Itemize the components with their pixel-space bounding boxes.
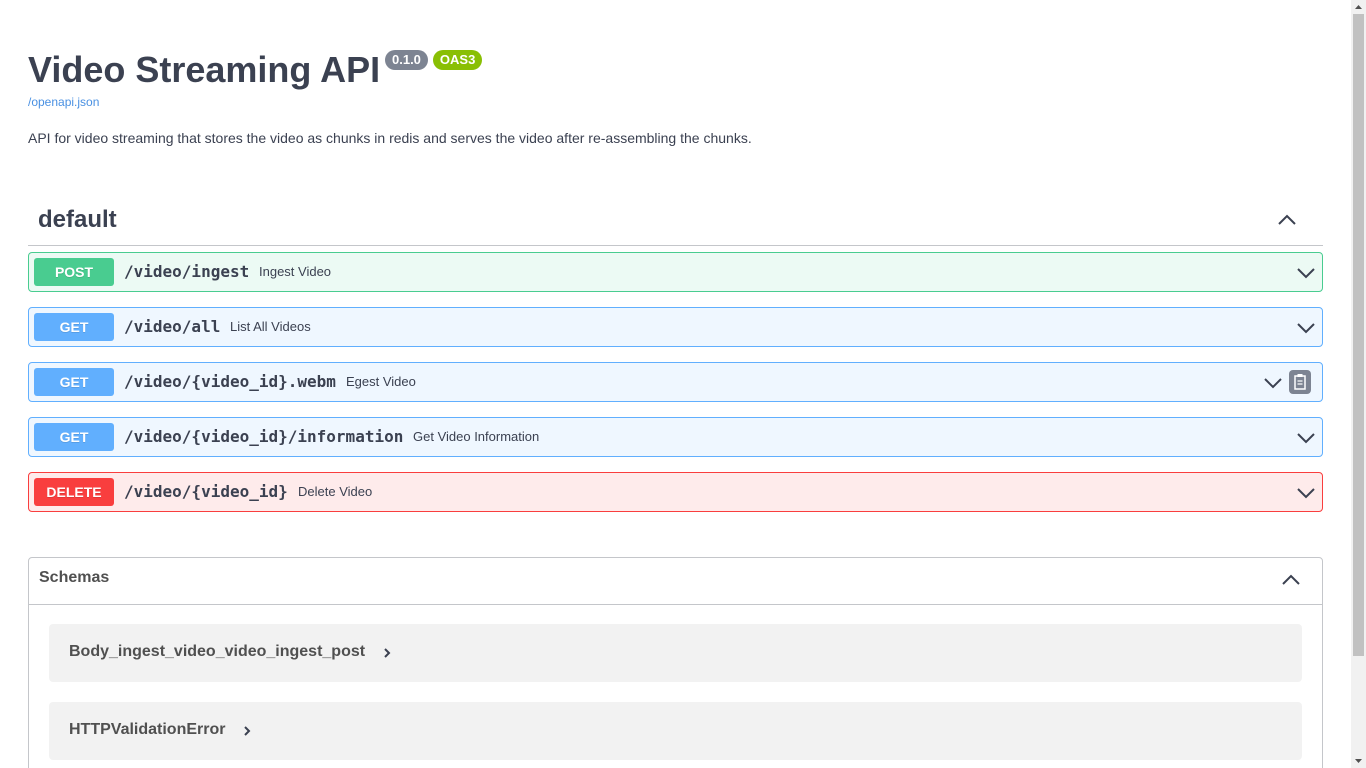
swagger-container: Video Streaming API 0.1.0 OAS3 /openapi.… [28,0,1323,170]
chevron-up-icon[interactable] [1281,570,1301,590]
operation-summary: Egest Video [346,374,416,390]
scroll-down-arrow-icon[interactable] [1351,754,1366,768]
tag-default-header[interactable]: default [28,196,1323,246]
operation-summary: Ingest Video [259,264,331,280]
operation-path: /video/{video_id}/information [124,427,403,447]
swagger-ui-page: Video Streaming API 0.1.0 OAS3 /openapi.… [0,0,1366,768]
chevron-down-icon[interactable] [1296,428,1316,448]
openapi-json-link[interactable]: /openapi.json [28,95,99,109]
scrollbar-thumb[interactable] [1353,14,1364,656]
method-badge: GET [34,423,114,451]
schemas-title: Schemas [39,569,109,587]
scroll-up-arrow-icon[interactable] [1351,0,1366,14]
chevron-up-icon[interactable] [1277,210,1297,230]
operation-summary: List All Videos [230,319,311,335]
method-badge: DELETE [34,478,114,506]
clipboard-icon [1289,370,1311,394]
chevron-down-icon[interactable] [1263,373,1283,393]
api-info: Video Streaming API 0.1.0 OAS3 /openapi.… [28,0,1323,170]
operation-summary: Delete Video [298,484,372,500]
operation-summary: Get Video Information [413,429,539,445]
operation-get-video-information[interactable]: GET /video/{video_id}/information Get Vi… [28,417,1323,457]
method-badge: GET [34,313,114,341]
oas-badge: OAS3 [433,50,482,70]
operation-get-video-all[interactable]: GET /video/all List All Videos [28,307,1323,347]
schema-model-body-ingest[interactable]: Body_ingest_video_video_ingest_post [49,624,1302,682]
model-name: HTTPValidationError [69,721,225,739]
operation-get-video-webm[interactable]: GET /video/{video_id}.webm Egest Video [28,362,1323,402]
vertical-scrollbar[interactable] [1351,0,1366,768]
version-badge: 0.1.0 [385,50,428,70]
schemas-section: Schemas Body_ingest_video_video_ingest_p… [28,557,1323,768]
chevron-down-icon[interactable] [1296,263,1316,283]
api-description: API for video streaming that stores the … [28,130,752,146]
operation-post-video-ingest[interactable]: POST /video/ingest Ingest Video [28,252,1323,292]
model-name: Body_ingest_video_video_ingest_post [69,643,365,661]
chevron-right-icon [241,724,253,738]
chevron-right-icon [381,646,393,660]
operation-path: /video/all [124,317,220,337]
copy-to-clipboard-button[interactable] [1289,370,1311,394]
schema-model-http-validation-error[interactable]: HTTPValidationError [49,702,1302,760]
chevron-down-icon[interactable] [1296,483,1316,503]
api-title: Video Streaming API [28,48,380,92]
operation-path: /video/{video_id}.webm [124,372,336,392]
method-badge: POST [34,258,114,286]
operation-path: /video/ingest [124,262,249,282]
chevron-down-icon[interactable] [1296,318,1316,338]
badges: 0.1.0 OAS3 [385,50,482,70]
operation-path: /video/{video_id} [124,482,288,502]
operation-delete-video[interactable]: DELETE /video/{video_id} Delete Video [28,472,1323,512]
tag-name: default [38,206,117,234]
schemas-header[interactable]: Schemas [29,558,1322,605]
method-badge: GET [34,368,114,396]
